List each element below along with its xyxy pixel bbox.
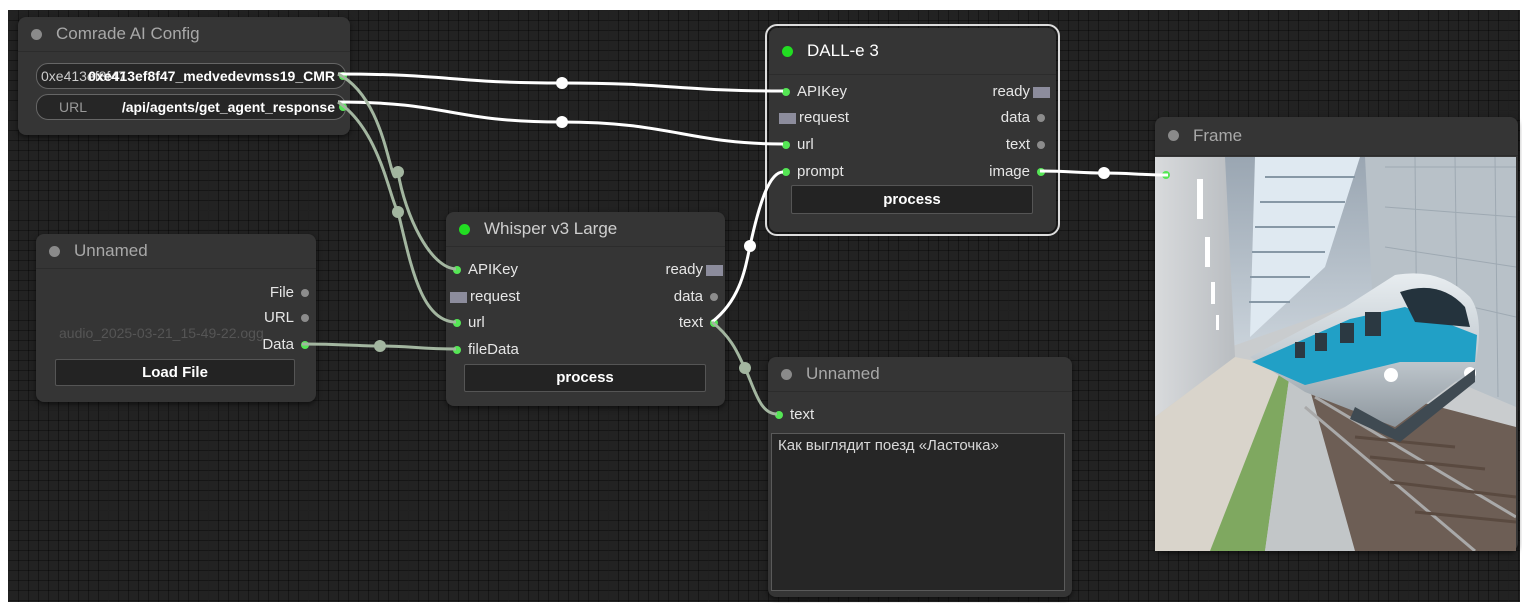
input-url-slot[interactable]: url [450,314,485,332]
output-image-slot[interactable]: image [989,163,1048,181]
output-data-slot[interactable]: data [674,288,721,306]
square-connector-icon[interactable] [1033,87,1050,98]
output-connector-icon[interactable] [339,72,347,80]
loaded-filename: audio_2025-03-21_15-49-22.ogg [59,325,264,341]
output-connector-icon[interactable] [339,103,347,111]
process-button[interactable]: process [464,364,706,392]
input-apikey-slot[interactable]: APIKey [779,83,847,101]
node-comrade-ai-config[interactable]: Comrade AI Config 0xe413ef8f47 0xe413ef8… [18,17,350,135]
node-frame[interactable]: Frame [1155,117,1518,551]
output-data-slot[interactable]: data [1001,109,1048,127]
text-display-area[interactable]: Как выглядит поезд «Ласточка» [771,433,1065,591]
input-filedata-slot[interactable]: fileData [450,341,519,359]
node-title[interactable]: Frame [1155,117,1518,156]
input-connector-icon[interactable] [782,88,790,96]
input-request-slot[interactable]: request [779,109,849,127]
square-connector-icon[interactable] [450,292,467,303]
input-url-slot[interactable]: url [779,136,814,154]
node-title[interactable]: Comrade AI Config [18,17,350,52]
output-data-slot[interactable]: Data [262,336,312,354]
node-unnamed-text[interactable]: Unnamed text Как выглядит поезд «Ласточк… [768,357,1072,597]
input-connector-icon[interactable] [782,168,790,176]
input-connector-icon[interactable] [782,141,790,149]
input-connector-icon[interactable] [775,411,783,419]
output-connector-icon[interactable] [710,319,718,327]
output-connector-icon[interactable] [301,289,309,297]
output-url-slot[interactable]: URL [264,309,312,327]
output-url-slot[interactable] [316,98,350,116]
input-connector-icon[interactable] [453,346,461,354]
output-connector-icon[interactable] [301,314,309,322]
output-file-slot[interactable]: File [270,284,312,302]
node-whisper-v3-large[interactable]: Whisper v3 Large APIKey request url file… [446,212,725,406]
input-request-slot[interactable]: request [450,288,520,306]
output-text-slot[interactable]: text [1006,136,1048,154]
input-connector-icon[interactable] [1162,171,1170,179]
status-dot-icon [1168,130,1179,141]
input-prompt-slot[interactable]: prompt [779,163,844,181]
apikey-field-value: 0xe413ef8f47_medvedevmss19_CMR [88,68,335,84]
output-text-slot[interactable]: text [679,314,721,332]
output-connector-icon[interactable] [301,341,309,349]
output-connector-icon[interactable] [1037,114,1045,122]
url-field-value: /api/agents/get_agent_response [121,99,335,115]
output-connector-icon[interactable] [710,293,718,301]
input-apikey-slot[interactable]: APIKey [450,261,518,279]
status-dot-icon [782,46,793,57]
status-dot-icon [781,369,792,380]
apikey-field[interactable]: 0xe413ef8f47 0xe413ef8f47_medvedevmss19_… [36,63,346,89]
frame-image [1155,157,1516,551]
output-ready-slot[interactable]: ready [992,83,1050,101]
node-title[interactable]: Unnamed [768,357,1072,392]
node-title[interactable]: Whisper v3 Large [446,212,725,247]
node-title[interactable]: DALL-e 3 [769,28,1056,75]
square-connector-icon[interactable] [706,265,723,276]
url-field-label: URL [59,99,88,115]
status-dot-icon [459,224,470,235]
node-unnamed-file[interactable]: Unnamed File URL audio_2025-03-21_15-49-… [36,234,316,402]
input-connector-icon[interactable] [453,319,461,327]
train-station-illustration [1155,157,1516,551]
input-image-slot[interactable] [1159,166,1177,184]
status-dot-icon [49,246,60,257]
input-connector-icon[interactable] [453,266,461,274]
output-apikey-slot[interactable] [316,67,350,85]
square-connector-icon[interactable] [779,113,796,124]
input-text-slot[interactable]: text [772,406,814,424]
load-file-button[interactable]: Load File [55,359,295,386]
output-connector-icon[interactable] [1037,168,1045,176]
status-dot-icon [31,29,42,40]
url-field[interactable]: URL /api/agents/get_agent_response [36,94,346,120]
output-connector-icon[interactable] [1037,141,1045,149]
node-title[interactable]: Unnamed [36,234,316,269]
node-dalle-3[interactable]: DALL-e 3 APIKey request url prompt ready… [765,24,1060,236]
output-ready-slot[interactable]: ready [665,261,723,279]
process-button[interactable]: process [791,185,1033,214]
